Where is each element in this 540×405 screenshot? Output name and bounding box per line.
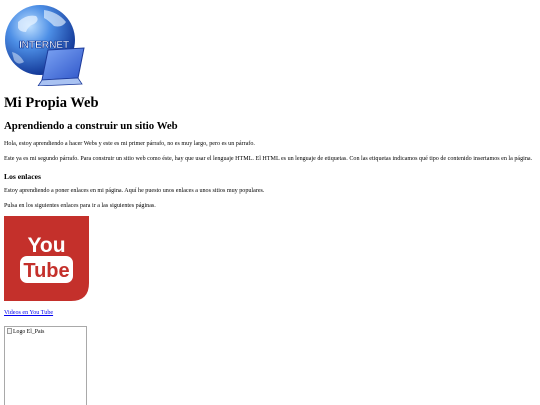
logo-text: INTERNET [19, 39, 70, 51]
youtube-logo-you: You [27, 234, 65, 257]
page-subtitle: Aprendiendo a construir un sitio Web [4, 120, 178, 132]
intro-paragraph-2: Este ya es mi segundo párrafo. Para cons… [4, 155, 533, 162]
internet-globe-logo: INTERNET [5, 5, 85, 86]
youtube-logo-tube: Tube [23, 260, 69, 282]
youtube-logo-image[interactable]: You Tube [4, 216, 89, 301]
youtube-link[interactable]: Videos en You Tube [4, 309, 53, 317]
elpais-logo-image[interactable]: Logo El_Pais [4, 326, 87, 405]
links-paragraph-2: Pulsa en los siguientes enlaces para ir … [4, 202, 156, 209]
links-paragraph-1: Estoy aprendiendo a poner enlaces en mi … [4, 188, 265, 194]
page-title: Mi Propia Web [4, 95, 99, 111]
elpais-logo-alt-text: Logo El_Pais [13, 329, 45, 335]
page-content: INTERNET Mi Propia Web Aprendiendo a con… [4, 2, 536, 405]
broken-image-icon [7, 328, 12, 334]
elpais-logo-alt: Logo El_Pais [7, 328, 44, 336]
intro-paragraph-1: Hola, estoy aprendiendo a hacer Webs y e… [4, 141, 255, 147]
links-heading: Los enlaces [4, 172, 41, 181]
